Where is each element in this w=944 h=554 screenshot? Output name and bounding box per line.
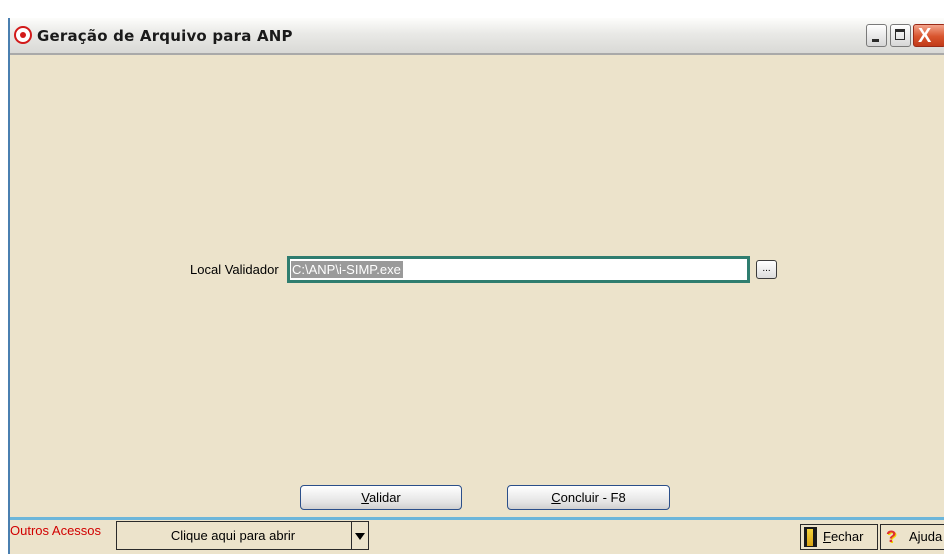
help-icon: ? [886,527,897,546]
local-validador-input[interactable]: C:\ANP\i-SIMP.exe [287,256,750,283]
local-validador-label: Local Validador [190,262,279,277]
exit-door-icon [804,527,817,547]
fechar-label: Fechar [823,525,863,549]
maximize-button[interactable] [890,24,911,47]
chevron-down-icon[interactable] [351,522,368,549]
dropdown-value: Clique aqui para abrir [170,528,296,543]
local-validador-value: C:\ANP\i-SIMP.exe [291,261,403,278]
validar-button[interactable]: Validar [300,485,462,510]
title-bar[interactable]: Geração de Arquivo para ANP X [10,18,944,55]
close-icon: X [918,25,932,47]
concluir-label: oncluir - F8 [560,490,626,505]
browse-button[interactable]: ... [756,260,777,279]
fechar-button[interactable]: Fechar [800,524,878,550]
ajuda-label: Ajuda [909,529,943,544]
outros-acessos-dropdown[interactable]: Clique aqui para abrir [116,521,369,550]
minimize-button[interactable] [866,24,887,47]
fechar-rest: echar [830,529,864,544]
footer-divider [10,517,944,520]
concluir-accel: C [551,490,561,505]
ajuda-button[interactable]: ? Ajuda [880,524,944,550]
app-window: Geração de Arquivo para ANP X Local Vali… [8,18,944,554]
close-button[interactable]: X [913,24,944,47]
window-title: Geração de Arquivo para ANP [37,27,293,45]
app-target-icon [14,26,32,44]
concluir-button[interactable]: Concluir - F8 [507,485,670,510]
validar-accel: V [361,490,369,505]
outros-acessos-label: Outros Acessos [10,523,102,538]
validar-label: alidar [368,490,401,505]
fechar-accel: F [823,529,831,544]
